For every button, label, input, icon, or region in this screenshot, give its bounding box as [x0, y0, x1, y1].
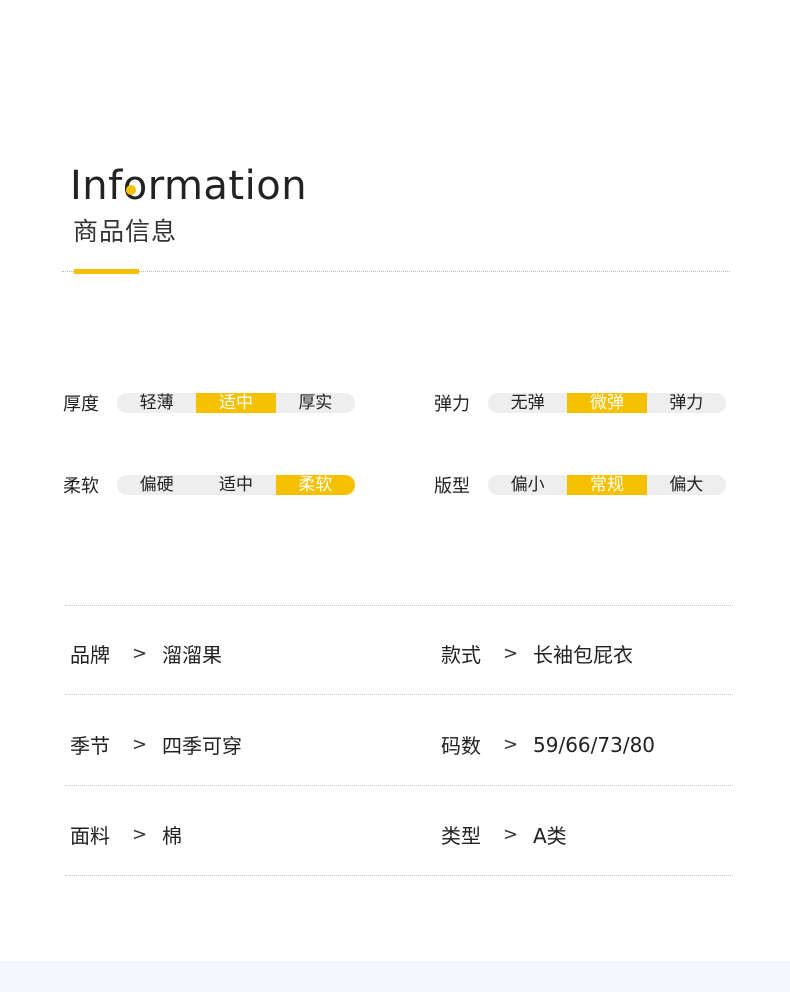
scale-option: 轻薄	[139, 393, 174, 413]
spec-key: 面料	[70, 824, 110, 848]
spec-key: 品牌	[70, 643, 110, 667]
header-divider	[62, 271, 730, 272]
scale-thickness: 厚度 轻薄 适中 厚实	[63, 392, 355, 415]
spec-key: 码数	[441, 734, 481, 758]
scale-label: 版型	[434, 476, 470, 497]
spec-item-style: 款式 > 长袖包屁衣	[441, 639, 633, 668]
scale-option-selected: 常规	[567, 475, 647, 495]
chevron-right-icon: >	[503, 643, 519, 664]
spec-key: 季节	[70, 734, 110, 758]
spec-row: 面料 > 棉 类型 > A类	[65, 786, 733, 876]
scale-option-selected: 柔软	[275, 475, 355, 495]
title-dot-accent	[126, 185, 136, 195]
spec-item-fabric: 面料 > 棉	[70, 820, 182, 849]
scale-option: 弹力	[669, 393, 704, 413]
header-accent-bar	[74, 269, 139, 274]
scale-option: 适中	[218, 475, 253, 495]
chevron-right-icon: >	[503, 824, 519, 845]
spec-item-season: 季节 > 四季可穿	[70, 730, 242, 759]
scale-fit: 版型 偏小 常规 偏大	[434, 474, 726, 497]
section-subtitle: 商品信息	[73, 217, 178, 246]
chevron-right-icon: >	[132, 643, 148, 664]
scale-label: 厚度	[63, 394, 99, 415]
spec-row: 季节 > 四季可穿 码数 > 59/66/73/80	[65, 696, 733, 786]
scale-option: 无弹	[510, 393, 545, 413]
spec-key: 类型	[441, 824, 481, 848]
spec-value: 棉	[162, 824, 182, 848]
scale-label: 弹力	[434, 394, 470, 415]
product-info-page: Information 商品信息 厚度 轻薄 适中 厚实 弹力 无弹 微弹 弹力…	[0, 0, 790, 992]
spec-item-category: 类型 > A类	[441, 820, 567, 849]
scale-option: 厚实	[298, 393, 333, 413]
scale-track: 偏硬 适中 柔软	[117, 475, 355, 495]
scale-elasticity: 弹力 无弹 微弹 弹力	[434, 392, 726, 415]
scale-track: 轻薄 适中 厚实	[117, 393, 355, 413]
scale-track: 偏小 常规 偏大	[488, 475, 726, 495]
chevron-right-icon: >	[132, 824, 148, 845]
scale-option: 偏大	[669, 475, 704, 495]
spec-item-brand: 品牌 > 溜溜果	[70, 639, 222, 668]
spec-value: A类	[533, 824, 567, 848]
spec-value: 长袖包屁衣	[533, 643, 633, 667]
spec-key: 款式	[441, 643, 481, 667]
spec-value: 四季可穿	[162, 734, 242, 758]
chevron-right-icon: >	[503, 734, 519, 755]
chevron-right-icon: >	[132, 734, 148, 755]
spec-item-sizes: 码数 > 59/66/73/80	[441, 730, 655, 759]
scale-option-selected: 微弹	[567, 393, 647, 413]
scale-option: 偏硬	[139, 475, 174, 495]
scale-softness: 柔软 偏硬 适中 柔软	[63, 474, 355, 497]
section-title: Information	[70, 163, 308, 209]
spec-value: 溜溜果	[162, 643, 222, 667]
scale-option-selected: 适中	[196, 393, 276, 413]
spec-value: 59/66/73/80	[533, 732, 656, 757]
scale-track: 无弹 微弹 弹力	[488, 393, 726, 413]
spec-row: 品牌 > 溜溜果 款式 > 长袖包屁衣	[65, 605, 733, 695]
scale-label: 柔软	[63, 476, 99, 497]
scale-option: 偏小	[510, 475, 545, 495]
bottom-band	[0, 961, 790, 992]
